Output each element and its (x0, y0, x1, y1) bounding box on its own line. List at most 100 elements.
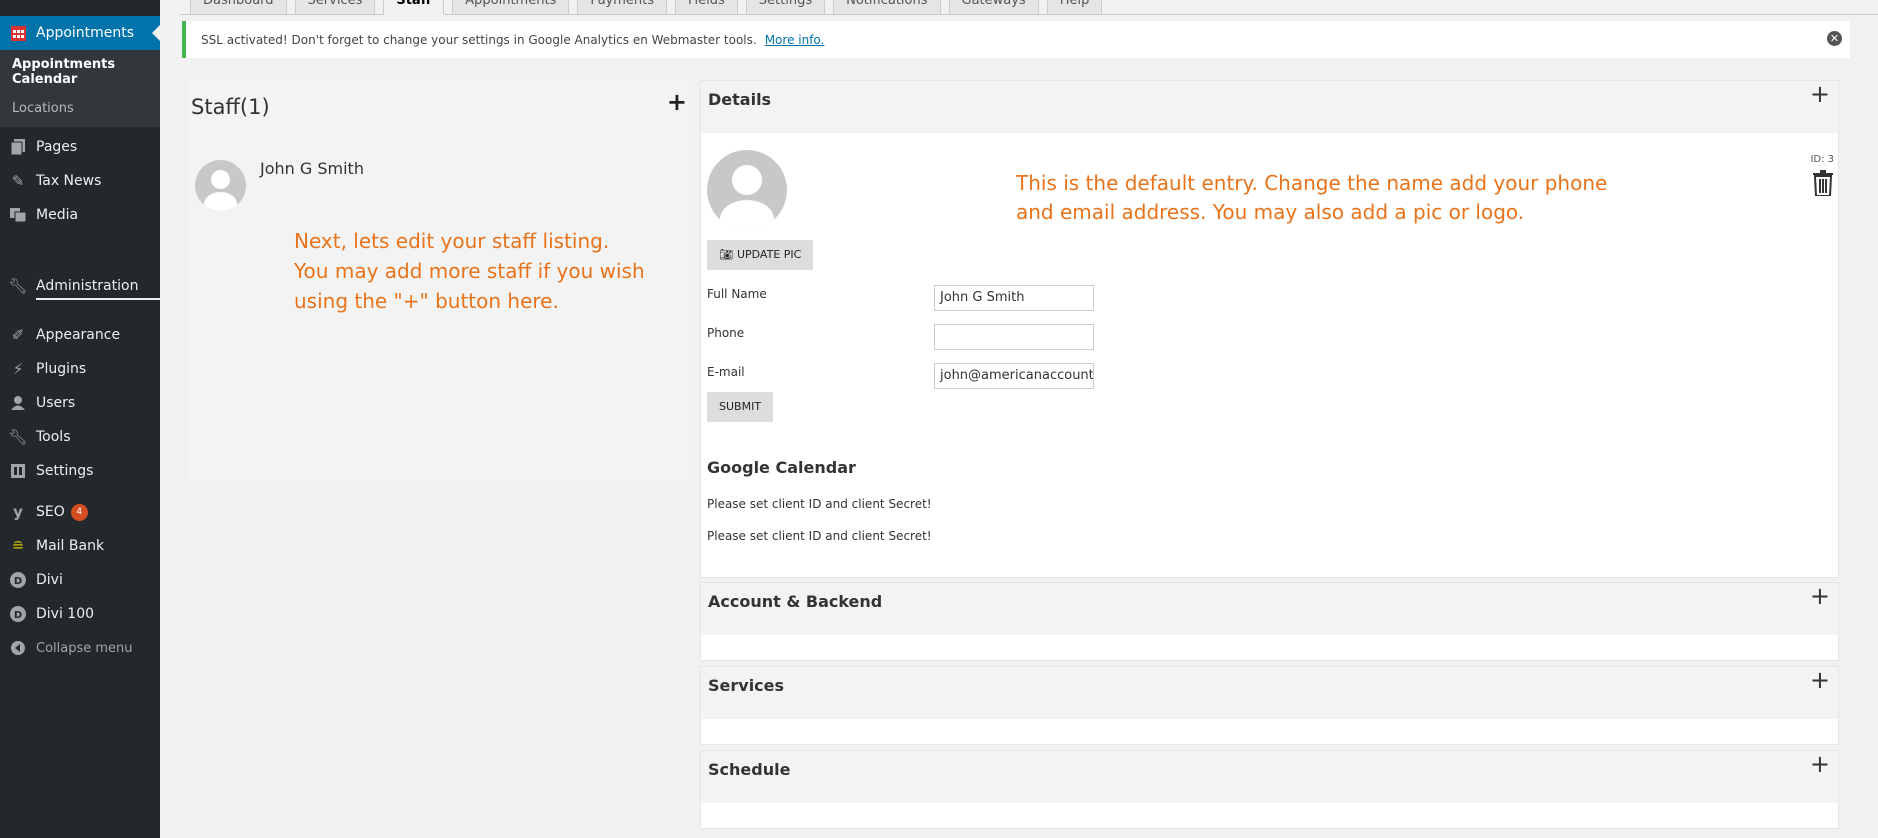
sidebar-item-label: Pages (36, 139, 78, 155)
appointments-submenu: Appointments Calendar Locations (0, 50, 160, 127)
sidebar-item-label: Appointments (36, 25, 135, 41)
phone-field[interactable] (934, 324, 1094, 350)
section-header[interactable]: Schedule + (701, 751, 1838, 803)
tab-settings[interactable]: Settings (745, 0, 826, 15)
expand-icon[interactable]: + (1810, 752, 1830, 776)
admin-sidebar: Appointments Appointments Calendar Locat… (0, 0, 160, 838)
submenu-item-appointments-calendar[interactable]: Appointments Calendar (12, 57, 160, 87)
staff-member-name[interactable]: John G Smith (260, 159, 364, 178)
plugin-tabs: Dashboard Services Staff Appointments Pa… (190, 0, 1103, 15)
sidebar-item-divi-100[interactable]: D Divi 100 (0, 597, 160, 631)
ssl-notice: SSL activated! Don't forget to change yo… (182, 21, 1850, 58)
tab-help[interactable]: Help (1046, 0, 1103, 15)
expand-icon[interactable]: + (1810, 82, 1830, 106)
avatar-head (732, 165, 762, 195)
tab-appointments[interactable]: Appointments (452, 0, 570, 15)
sidebar-item-label: Administration (36, 278, 139, 294)
staff-title: Staff(1) (191, 95, 270, 119)
staff-avatar[interactable] (195, 160, 246, 211)
submit-button[interactable]: SUBMIT (707, 392, 774, 422)
sidebar-item-tools[interactable]: 🔧︎ Tools (0, 420, 160, 454)
google-calendar-message: Please set client ID and client Secret! (707, 497, 932, 511)
add-staff-button[interactable]: + (667, 88, 687, 116)
annotation-line: using the "+" button here. (294, 289, 559, 313)
update-pic-label: UPDATE PIC (736, 248, 802, 261)
google-calendar-title: Google Calendar (707, 458, 856, 477)
more-info-link[interactable]: More info. (765, 33, 825, 47)
trash-icon[interactable] (1812, 170, 1834, 200)
avatar-body (720, 200, 774, 230)
pages-icon (9, 138, 27, 156)
collapse-label: Collapse menu (36, 640, 133, 656)
tab-fields[interactable]: Fields (675, 0, 738, 15)
sidebar-item-label: Mail Bank (36, 538, 105, 554)
plug-icon: ⚡︎ (12, 360, 24, 378)
sidebar-item-appointments[interactable]: Appointments (0, 16, 160, 50)
collapse-icon (9, 639, 27, 657)
divider (36, 298, 160, 300)
pin-icon: ✎ (11, 172, 25, 190)
tab-staff[interactable]: Staff (383, 0, 445, 15)
schedule-section: Schedule + (700, 750, 1839, 829)
tab-gateways[interactable]: Gateways (948, 0, 1039, 15)
sidebar-item-label: Appearance (36, 327, 121, 343)
avatar-head (211, 170, 230, 189)
media-icon (9, 206, 27, 224)
sidebar-item-seo[interactable]: y SEO 4 (0, 495, 160, 529)
mail-bank-icon: ≘ (11, 537, 25, 555)
sidebar-item-administration[interactable]: 🔧︎ Administration (0, 269, 160, 303)
sidebar-item-mail-bank[interactable]: ≘ Mail Bank (0, 529, 160, 563)
expand-icon[interactable]: + (1810, 668, 1830, 692)
email-field[interactable]: john@americanaccounti (934, 363, 1094, 389)
sidebar-item-appearance[interactable]: ✐ Appearance (0, 318, 160, 352)
notice-text: SSL activated! Don't forget to change yo… (201, 32, 757, 47)
staff-panel: Staff(1) + John G Smith Next, lets edit … (189, 80, 695, 485)
sidebar-item-label: Tools (36, 429, 71, 445)
svg-text:D: D (14, 610, 22, 621)
close-icon[interactable]: ✕ (1827, 31, 1842, 46)
expand-icon[interactable]: + (1810, 584, 1830, 608)
staff-annotation: Next, lets edit your staff listing. You … (294, 226, 645, 316)
submenu-item-locations[interactable]: Locations (12, 97, 160, 121)
brush-icon: ✐ (11, 326, 25, 344)
sidebar-item-plugins[interactable]: ⚡︎ Plugins (0, 352, 160, 386)
phone-label: Phone (707, 326, 745, 340)
sidebar-item-label: Tax News (36, 173, 102, 189)
section-title: Details (708, 90, 772, 109)
sidebar-item-pages[interactable]: Pages (0, 130, 160, 164)
wrench-icon: 🔧︎ (8, 277, 28, 295)
tab-dashboard[interactable]: Dashboard (190, 0, 287, 15)
wrench-icon: 🔧︎ (8, 428, 28, 446)
user-icon (9, 394, 27, 412)
account-backend-section: Account & Backend + (700, 582, 1839, 661)
svg-text:D: D (14, 576, 22, 587)
notification-badge: 4 (70, 503, 88, 521)
sidebar-item-settings[interactable]: Settings (0, 454, 160, 488)
tab-payments[interactable]: Payments (577, 0, 668, 15)
full-name-label: Full Name (707, 287, 767, 301)
annotation-line: You may add more staff if you wish (294, 259, 645, 283)
divi-icon: D (9, 571, 27, 589)
section-title: Account & Backend (708, 592, 883, 611)
annotation-line: Next, lets edit your staff listing. (294, 229, 610, 253)
tab-notifications[interactable]: Notifications (833, 0, 941, 15)
full-name-field[interactable]: John G Smith (934, 285, 1094, 311)
sidebar-item-label: Divi (36, 572, 63, 588)
annotation-line: and email address. You may also add a pi… (1016, 200, 1525, 224)
sidebar-item-divi[interactable]: D Divi (0, 563, 160, 597)
section-header[interactable]: Details + (701, 81, 1838, 133)
sidebar-item-label: Plugins (36, 361, 87, 377)
settings-icon (9, 462, 27, 480)
annotation-line: This is the default entry. Change the na… (1016, 171, 1608, 195)
section-header[interactable]: Services + (701, 667, 1838, 719)
avatar-body (204, 192, 237, 211)
sidebar-item-users[interactable]: Users (0, 386, 160, 420)
sidebar-item-label: Settings (36, 463, 94, 479)
sidebar-item-tax-news[interactable]: ✎ Tax News (0, 164, 160, 198)
section-header[interactable]: Account & Backend + (701, 583, 1838, 635)
collapse-menu-button[interactable]: Collapse menu (0, 631, 160, 665)
sidebar-item-media[interactable]: Media (0, 198, 160, 232)
sidebar-item-label: Media (36, 207, 79, 223)
tab-services[interactable]: Services (294, 0, 376, 15)
update-pic-button[interactable]: 📷︎ UPDATE PIC (707, 240, 814, 270)
